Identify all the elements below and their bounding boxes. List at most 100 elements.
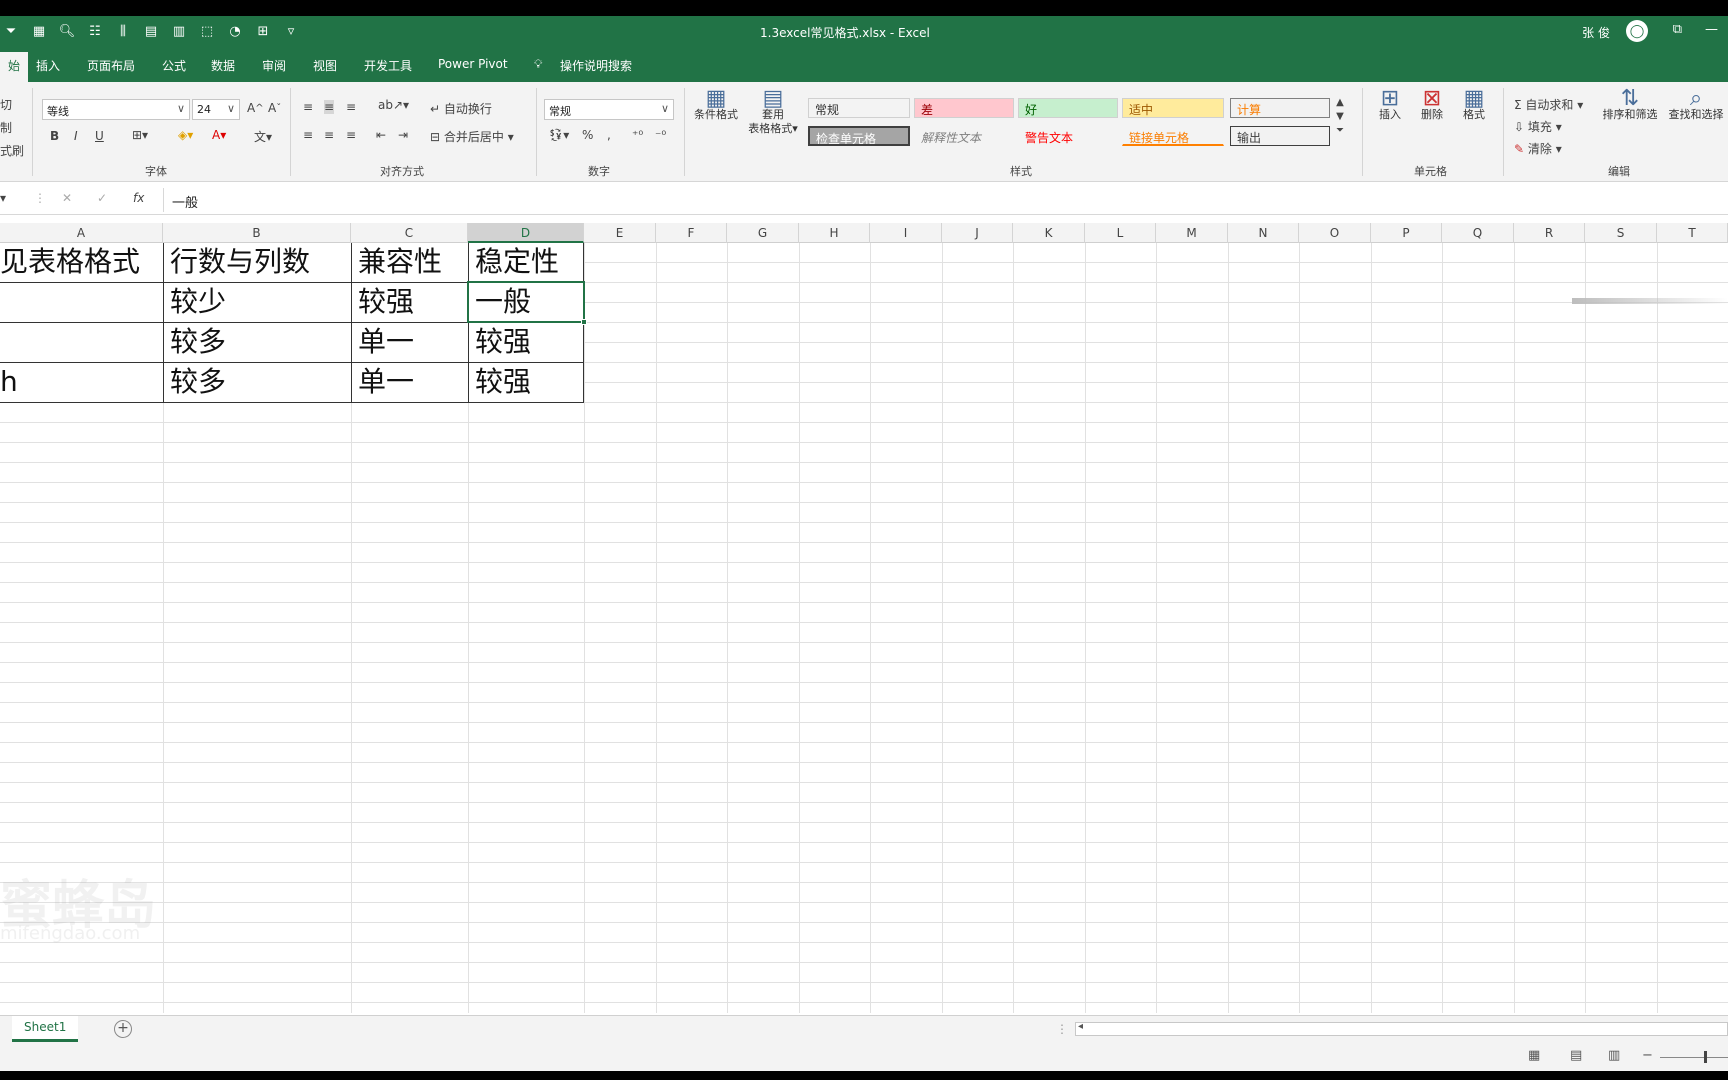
column-header-e[interactable]: E: [584, 223, 656, 243]
clear-button[interactable]: ✎ 清除 ▾: [1514, 140, 1562, 157]
more-icon[interactable]: ▿: [280, 20, 302, 42]
number-format-select[interactable]: 常规 ∨: [544, 99, 674, 120]
columns-icon[interactable]: ⫼: [112, 20, 134, 42]
tab-review[interactable]: 审阅: [262, 57, 286, 74]
column-header-a[interactable]: A: [0, 223, 163, 243]
column-header-k[interactable]: K: [1013, 223, 1085, 243]
page-break-view-icon[interactable]: ▥: [1608, 1048, 1620, 1063]
italic-button[interactable]: I: [74, 129, 78, 143]
tab-power-pivot[interactable]: Power Pivot: [438, 57, 508, 71]
style-output[interactable]: 输出: [1230, 126, 1330, 146]
more-styles-icon[interactable]: ⏷: [1336, 124, 1344, 138]
shape-icon[interactable]: ◔: [224, 20, 246, 42]
format-painter-button[interactable]: 式刷: [0, 142, 24, 159]
decrease-indent-icon[interactable]: ⇤: [376, 128, 386, 142]
page-layout-view-icon[interactable]: ▤: [1570, 1048, 1582, 1063]
style-calculation[interactable]: 计算: [1230, 98, 1330, 118]
delete-cells-button[interactable]: ⊠ 删除: [1412, 88, 1452, 122]
font-name-select[interactable]: 等线 ∨: [42, 99, 190, 120]
column-header-h[interactable]: H: [799, 223, 870, 243]
format-cells-button[interactable]: ▦ 格式: [1454, 88, 1494, 122]
style-normal[interactable]: 常规: [808, 98, 910, 118]
calc-icon[interactable]: ▤: [140, 20, 162, 42]
enter-button[interactable]: ✓: [97, 191, 107, 205]
bold-button[interactable]: B: [50, 129, 59, 143]
tab-view[interactable]: 视图: [313, 57, 337, 74]
column-header-p[interactable]: P: [1371, 223, 1442, 243]
insert-cells-button[interactable]: ⊞ 插入: [1370, 88, 1410, 122]
copy-button[interactable]: 制: [0, 119, 12, 136]
format-as-table-button[interactable]: ▤ 套用 表格格式▾: [744, 88, 802, 136]
tell-me-search[interactable]: 操作说明搜索: [560, 57, 632, 74]
column-header-i[interactable]: I: [870, 223, 942, 243]
table-icon[interactable]: ▦: [28, 20, 50, 42]
increase-decimal-icon[interactable]: ⁺⁰: [632, 128, 643, 142]
insert-function-button[interactable]: fx: [133, 191, 144, 205]
cut-button[interactable]: 切: [0, 96, 12, 113]
tab-page-layout[interactable]: 页面布局: [87, 57, 135, 74]
column-header-g[interactable]: G: [727, 223, 799, 243]
scroll-up-icon[interactable]: ▲: [1336, 96, 1344, 110]
add-sheet-button[interactable]: +: [114, 1020, 132, 1038]
normal-view-icon[interactable]: ▦: [1528, 1048, 1540, 1063]
sort-icon[interactable]: ☷: [84, 20, 106, 42]
column-header-t[interactable]: T: [1657, 223, 1728, 243]
column-header-n[interactable]: N: [1228, 223, 1299, 243]
align-bottom-icon[interactable]: ≡: [346, 100, 356, 114]
ribbon-display-icon[interactable]: ⧉: [1673, 22, 1682, 37]
split-handle-icon[interactable]: ⋮: [1056, 1022, 1068, 1036]
preview-icon[interactable]: 🔍︎: [56, 20, 78, 42]
zoom-out-button[interactable]: −: [1642, 1048, 1653, 1063]
orientation-icon[interactable]: ab↗▾: [378, 98, 409, 112]
border-icon[interactable]: ⊞▾: [132, 128, 148, 142]
column-header-o[interactable]: O: [1299, 223, 1371, 243]
sheet-icon[interactable]: ▥: [168, 20, 190, 42]
currency-icon[interactable]: 💱︎▾: [548, 128, 569, 142]
cancel-button[interactable]: ✕: [62, 191, 72, 205]
tab-home[interactable]: 始: [0, 52, 29, 82]
zoom-slider-thumb[interactable]: [1704, 1051, 1707, 1063]
style-good[interactable]: 好: [1018, 98, 1118, 118]
style-warning[interactable]: 警告文本: [1018, 126, 1118, 146]
minimize-icon[interactable]: —: [1705, 22, 1718, 37]
column-header-b[interactable]: B: [163, 223, 351, 243]
scroll-down-icon[interactable]: ▼: [1336, 110, 1344, 124]
style-linked-cell[interactable]: 链接单元格: [1122, 126, 1224, 146]
name-box-dropdown-icon[interactable]: ▾: [0, 191, 6, 205]
horizontal-scrollbar[interactable]: ◂: [1075, 1021, 1728, 1036]
increase-font-icon[interactable]: A ^: [247, 101, 264, 115]
filter-icon[interactable]: ⏷: [0, 20, 22, 42]
align-left-icon[interactable]: ≡: [303, 128, 313, 142]
style-bad[interactable]: 差: [914, 98, 1014, 118]
underline-button[interactable]: U: [95, 129, 104, 143]
align-center-icon[interactable]: ≡: [324, 128, 334, 142]
tab-developer[interactable]: 开发工具: [364, 57, 412, 74]
tab-insert[interactable]: 插入: [36, 57, 60, 74]
align-middle-icon[interactable]: ≡: [324, 100, 335, 114]
merge-center-button[interactable]: ⊟ 合并后居中 ▾: [430, 128, 514, 145]
style-explanatory[interactable]: 解释性文本: [914, 126, 1014, 146]
user-name[interactable]: 张 俊: [1582, 24, 1610, 41]
increase-indent-icon[interactable]: ⇥: [398, 128, 408, 142]
worksheet-grid[interactable]: 见表格格式 行数与列数 兼容性 稳定性 较少 较强 一般 较多 单一 较强 h …: [0, 243, 1728, 1013]
avatar[interactable]: ◯: [1626, 20, 1648, 42]
column-header-d[interactable]: D: [468, 223, 584, 243]
column-header-j[interactable]: J: [942, 223, 1013, 243]
column-header-q[interactable]: Q: [1442, 223, 1514, 243]
column-header-f[interactable]: F: [656, 223, 727, 243]
wrap-text-button[interactable]: ↵ 自动换行: [430, 100, 492, 117]
formula-input[interactable]: 一般: [163, 188, 1728, 212]
sheet-tab-sheet1[interactable]: Sheet1: [12, 1016, 79, 1042]
fill-handle[interactable]: [581, 319, 587, 325]
select-icon[interactable]: ⬚: [196, 20, 218, 42]
align-right-icon[interactable]: ≡: [346, 128, 356, 142]
decrease-decimal-icon[interactable]: ⁻⁰: [655, 128, 666, 142]
column-header-c[interactable]: C: [351, 223, 468, 243]
tab-formulas[interactable]: 公式: [162, 57, 186, 74]
find-select-button[interactable]: ⌕ 查找和选择: [1664, 88, 1728, 122]
scroll-left-icon[interactable]: ◂: [1078, 1021, 1083, 1032]
column-header-l[interactable]: L: [1085, 223, 1156, 243]
fill-color-icon[interactable]: ◈▾: [178, 128, 193, 142]
font-size-select[interactable]: 24 ∨: [192, 99, 240, 120]
font-color-icon[interactable]: A▾: [212, 128, 226, 142]
